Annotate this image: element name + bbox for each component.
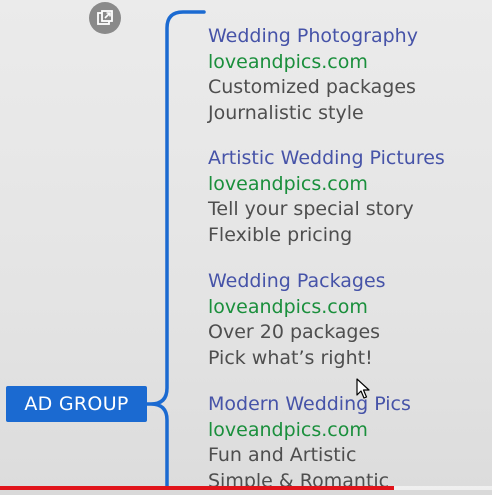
ad-description-line-2: Pick what’s right! — [208, 346, 373, 369]
ad-headline: Artistic Wedding Pictures — [208, 147, 445, 169]
ad-card: Modern Wedding Pics loveandpics.com Fun … — [208, 392, 492, 494]
ad-description-line-2: Flexible pricing — [208, 223, 353, 246]
ad-group-node: AD GROUP — [6, 386, 147, 422]
ad-display-url: loveandpics.com — [208, 50, 368, 73]
ad-headline: Wedding Packages — [208, 270, 386, 292]
popout-button[interactable] — [89, 2, 121, 34]
ad-description-line-2: Journalistic style — [208, 101, 364, 124]
video-frame[interactable]: AD GROUP Wedding Photography loveandpics… — [0, 0, 492, 495]
ad-card: Wedding Photography loveandpics.com Cust… — [208, 24, 492, 126]
ad-headline: Modern Wedding Pics — [208, 393, 411, 415]
ad-description-line-1: Fun and Artistic — [208, 444, 357, 466]
external-window-icon — [96, 9, 114, 27]
ad-display-url: loveandpics.com — [208, 418, 368, 441]
ad-display-url: loveandpics.com — [208, 172, 368, 195]
mouse-pointer-icon — [356, 378, 370, 404]
player-bottom-edge — [0, 490, 492, 495]
ad-card: Artistic Wedding Pictures loveandpics.co… — [208, 146, 492, 248]
ad-card: Wedding Packages loveandpics.com Over 20… — [208, 269, 492, 371]
ad-description-line-1: Customized packages — [208, 76, 416, 98]
ad-headline: Wedding Photography — [208, 25, 418, 47]
ad-description-line-1: Over 20 packages — [208, 321, 381, 343]
ad-description-line-1: Tell your special story — [208, 198, 414, 220]
ad-display-url: loveandpics.com — [208, 295, 368, 318]
